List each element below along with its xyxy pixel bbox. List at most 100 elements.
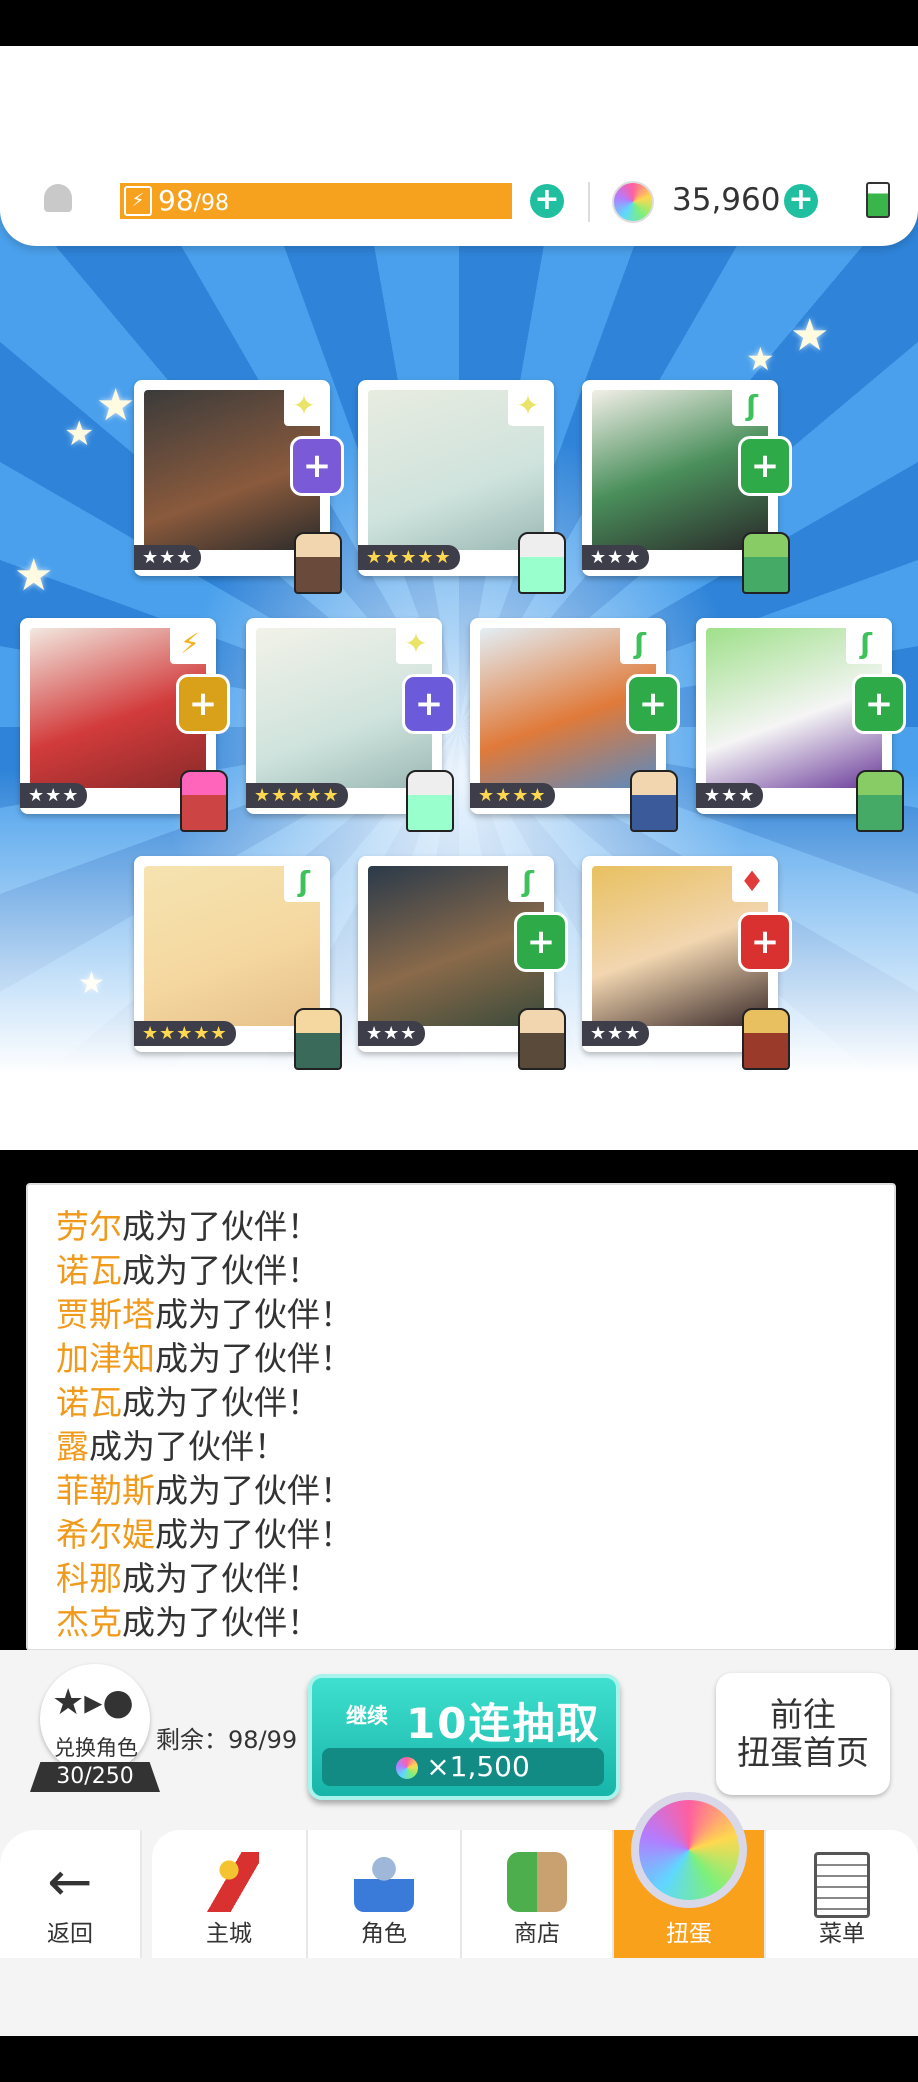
character-card[interactable]: ✦ + ★★★★★ — [246, 618, 456, 832]
chibi-sprite — [742, 532, 790, 594]
chibi-sprite — [294, 1008, 342, 1070]
draw-cost-value: ×1,500 — [426, 1750, 530, 1783]
element-thunder-icon: ⚡ — [170, 624, 210, 664]
character-card[interactable]: ʃ + ★★★ — [696, 618, 906, 832]
nav-back-label: 返回 — [47, 1921, 93, 1947]
add-gems-button[interactable]: + — [784, 184, 818, 218]
log-character-name: 菲勒斯 — [56, 1471, 155, 1510]
gacha-home-button[interactable]: 前往 扭蛋首页 — [716, 1673, 890, 1795]
element-fire-icon: ♦ — [732, 862, 772, 902]
log-suffix: 成为了伙伴！ — [122, 1603, 320, 1642]
battery-icon — [866, 182, 890, 218]
nav-back[interactable]: ← 返回 — [0, 1830, 142, 1958]
character-icon — [354, 1852, 414, 1912]
remaining-count: 剩余：98/99 — [156, 1726, 298, 1754]
nav-city[interactable]: 主城 — [152, 1830, 308, 1958]
stamina-current: 98 — [158, 184, 194, 217]
log-line: 贾斯塔成为了伙伴！ — [56, 1293, 894, 1337]
exchange-count: 30/250 — [30, 1762, 160, 1792]
add-stamina-button[interactable]: + — [530, 184, 564, 218]
nav-characters[interactable]: 角色 — [308, 1830, 462, 1958]
character-card[interactable]: ʃ + ★★★★ — [470, 618, 680, 832]
draw-10-label: 10连抽取 — [406, 1699, 601, 1748]
log-suffix: 成为了伙伴！ — [122, 1559, 320, 1598]
nav-shop[interactable]: 商店 — [462, 1830, 614, 1958]
element-wind-icon: ʃ — [508, 862, 548, 902]
chibi-sprite — [518, 532, 566, 594]
back-arrow-icon: ← — [47, 1850, 93, 1913]
nav-menu-label: 菜单 — [819, 1921, 865, 1947]
nav-city-label: 主城 — [206, 1921, 252, 1947]
character-card[interactable]: ʃ + ★★★ — [358, 856, 568, 1070]
rarity-stars: ★★★ — [20, 783, 88, 808]
upgrade-badge-icon: + — [738, 436, 792, 496]
log-character-name: 希尔媞 — [56, 1515, 155, 1554]
chibi-sprite — [742, 1008, 790, 1070]
chibi-sprite — [180, 770, 228, 832]
sparkle-star-icon: ★ — [64, 414, 95, 454]
log-character-name: 诺瓦 — [56, 1383, 122, 1422]
rarity-stars: ★★★★★ — [358, 545, 460, 570]
sparkle-star-icon: ★ — [14, 550, 54, 601]
element-wind-icon: ʃ — [284, 862, 324, 902]
rarity-stars: ★★★ — [134, 545, 202, 570]
bottom-nav: ← 返回 主城 角色 商店 扭蛋 菜单 — [0, 1792, 918, 1958]
log-suffix: 成为了伙伴！ — [155, 1295, 353, 1334]
nav-characters-label: 角色 — [361, 1921, 407, 1947]
upgrade-badge-icon: + — [738, 912, 792, 972]
system-gesture-area — [0, 1960, 918, 2036]
character-card[interactable]: ✦ + ★★★ — [134, 380, 344, 594]
log-line: 菲勒斯成为了伙伴！ — [56, 1469, 894, 1513]
rarity-stars: ★★★★ — [470, 783, 555, 808]
gacha-orb-icon — [631, 1792, 747, 1908]
rarity-stars: ★★★★★ — [134, 1021, 236, 1046]
rarity-stars: ★★★ — [582, 1021, 650, 1046]
log-character-name: 加津知 — [56, 1339, 155, 1378]
draw-10-button[interactable]: 继续 10连抽取 ×1,500 — [308, 1674, 620, 1800]
element-wind-icon: ʃ — [846, 624, 886, 664]
stamina-value: 98/98 — [158, 184, 229, 221]
rarity-stars: ★★★★★ — [246, 783, 348, 808]
character-card[interactable]: ʃ + ★★★ — [582, 380, 792, 594]
log-character-name: 科那 — [56, 1559, 122, 1598]
header-divider — [588, 182, 590, 222]
sparkle-star-icon: ★ — [790, 310, 830, 361]
log-character-name: 露 — [56, 1427, 89, 1466]
bell-icon[interactable] — [44, 184, 72, 212]
log-suffix: 成为了伙伴！ — [122, 1251, 320, 1290]
log-character-name: 诺瓦 — [56, 1251, 122, 1290]
upgrade-badge-icon: + — [290, 436, 344, 496]
log-suffix: 成为了伙伴！ — [89, 1427, 287, 1466]
exchange-character-icon: ★▸● — [52, 1682, 134, 1723]
character-card[interactable]: ♦ + ★★★ — [582, 856, 792, 1070]
status-bar — [0, 0, 918, 46]
character-card[interactable]: ✦ ★★★★★ — [358, 380, 566, 594]
element-wind-icon: ʃ — [620, 624, 660, 664]
gacha-result-scene: ★ ★ ★ ★ ★ ★ ✦ + ★★★ ✦ ★★★★★ ʃ + ★★★ ⚡ + … — [0, 210, 918, 1150]
result-log[interactable]: 劳尔成为了伙伴！ 诺瓦成为了伙伴！ 贾斯塔成为了伙伴！ 加津知成为了伙伴！ 诺瓦成为了伙… — [26, 1183, 896, 1651]
gem-icon — [396, 1757, 419, 1779]
character-card[interactable]: ⚡ + ★★★ — [20, 618, 230, 832]
rarity-stars: ★★★ — [582, 545, 650, 570]
gacha-home-line1: 前往 — [770, 1695, 836, 1734]
gem-count: 35,960 — [672, 182, 781, 218]
draw-cost: ×1,500 — [322, 1748, 604, 1786]
character-card[interactable]: ʃ ★★★★★ — [134, 856, 342, 1070]
nav-menu[interactable]: 菜单 — [766, 1830, 918, 1958]
result-log-lines: 劳尔成为了伙伴！ 诺瓦成为了伙伴！ 贾斯塔成为了伙伴！ 加津知成为了伙伴！ 诺瓦成为了伙… — [28, 1185, 894, 1645]
city-icon — [199, 1852, 259, 1912]
nav-gacha[interactable]: 扭蛋 — [614, 1792, 766, 1958]
log-character-name: 劳尔 — [56, 1207, 122, 1246]
stamina-max: /98 — [193, 191, 230, 216]
log-line: 杰克成为了伙伴！ — [56, 1601, 894, 1645]
log-character-name: 贾斯塔 — [56, 1295, 155, 1334]
upgrade-badge-icon: + — [402, 674, 456, 734]
log-suffix: 成为了伙伴！ — [122, 1383, 320, 1422]
log-line: 露成为了伙伴！ — [56, 1425, 894, 1469]
nav-gacha-label: 扭蛋 — [666, 1921, 712, 1947]
element-wind-icon: ʃ — [732, 386, 772, 426]
menu-list-icon — [814, 1852, 870, 1918]
system-bottom-bar — [0, 2036, 918, 2082]
log-suffix: 成为了伙伴！ — [155, 1515, 353, 1554]
chibi-sprite — [856, 770, 904, 832]
